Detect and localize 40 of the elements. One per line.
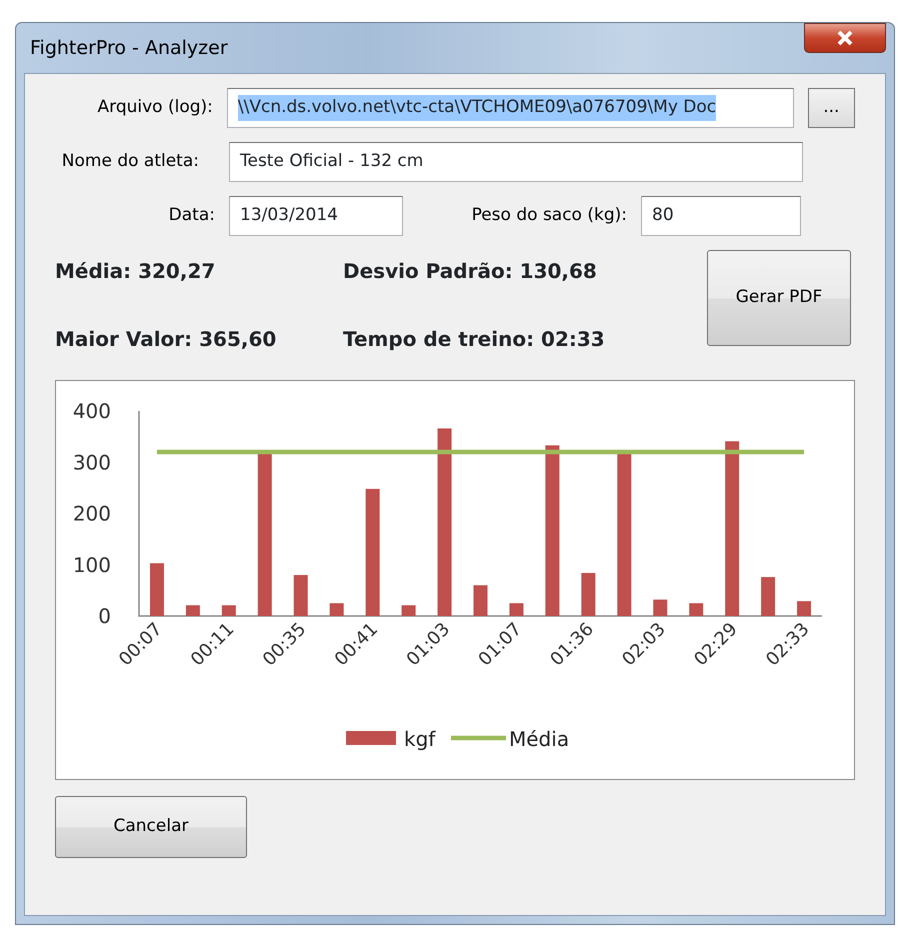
axis-tick-label: 0: [98, 604, 111, 628]
bar: [474, 585, 488, 616]
bar: [509, 603, 524, 616]
axis-tick-label: 400: [72, 399, 111, 423]
stat-text: Tempo de treino: 02:33: [343, 326, 606, 353]
legend-label: Média: [509, 727, 570, 751]
bar: [294, 575, 308, 616]
field-label: Peso do saco (kg):: [470, 204, 627, 228]
bar: [581, 572, 596, 616]
bar: [402, 605, 416, 616]
stat-text: Média: 320,27: [55, 258, 216, 285]
date-field[interactable]: 13/03/2014: [229, 196, 403, 236]
legend-label: kgf: [404, 727, 436, 751]
athlete-name-field[interactable]: Teste Oficial - 132 cm: [229, 142, 803, 182]
bar: [797, 601, 812, 616]
close-icon: [836, 30, 854, 46]
stat-text: Desvio Padrão: 130,68: [343, 258, 598, 285]
weight-field[interactable]: 80: [641, 196, 801, 236]
window-title: FighterPro - Analyzer: [29, 36, 228, 61]
legend-swatch: [451, 736, 506, 740]
bar: [186, 605, 200, 616]
bar: [150, 563, 164, 616]
field-label: Arquivo (log):: [96, 96, 213, 120]
axis-tick-label: 100: [72, 552, 111, 577]
close-button[interactable]: [804, 23, 886, 53]
legend-swatch: [346, 731, 396, 745]
bar: [330, 603, 344, 616]
field-label: Data:: [168, 204, 215, 228]
stat-text: Maior Valor: 365,60: [55, 326, 278, 353]
browse-button[interactable]: ...: [808, 88, 855, 128]
field-label: Nome do atleta:: [60, 150, 199, 174]
bar: [761, 577, 776, 616]
cancel-button[interactable]: Cancelar: [55, 796, 247, 858]
bar: [689, 603, 704, 616]
bar: [222, 605, 236, 616]
axis-tick-label: 200: [72, 502, 111, 526]
file-path-field[interactable]: \\Vcn.ds.volvo.net\vtc-cta\VTCHOME09\a076709\My Doc: [226, 88, 794, 128]
bar: [653, 600, 668, 616]
axis-tick-label: 300: [72, 450, 111, 474]
generate-pdf-button[interactable]: Gerar PDF: [707, 250, 851, 346]
